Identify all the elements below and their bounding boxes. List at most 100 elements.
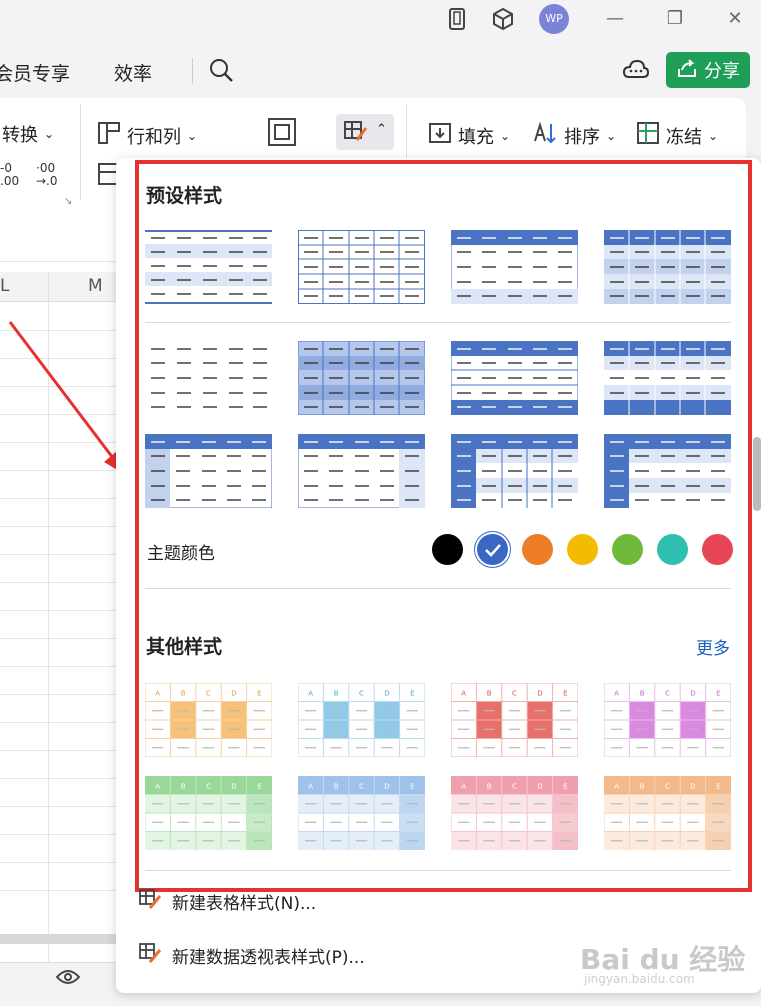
grid-row-line	[0, 834, 130, 835]
svg-text:B: B	[181, 689, 186, 697]
chevron-down-icon: ⌄	[500, 128, 511, 143]
other-styles-title: 其他样式	[146, 636, 223, 658]
theme-color-yellow[interactable]	[567, 534, 598, 565]
preset-style-2[interactable]	[298, 230, 425, 304]
svg-text:E: E	[563, 689, 567, 697]
fill-icon	[428, 121, 452, 150]
other-style-pink-banded[interactable]: A B C D E	[450, 775, 579, 851]
preset-style-12[interactable]	[604, 434, 731, 508]
svg-text:C: C	[665, 689, 670, 697]
search-icon[interactable]	[208, 57, 234, 87]
table-brush-icon	[138, 942, 162, 969]
restore-button[interactable]: ❐	[662, 6, 688, 32]
other-style-blue[interactable]: A B C D E	[297, 682, 426, 758]
other-style-green-banded[interactable]: A B C D E	[144, 775, 273, 851]
preset-style-10[interactable]	[298, 434, 425, 508]
freeze-icon	[636, 121, 660, 150]
svg-text:C: C	[206, 782, 211, 790]
svg-text:D: D	[384, 689, 389, 697]
preset-style-3[interactable]	[451, 230, 578, 304]
ribbon-divider	[406, 104, 407, 164]
chevron-down-icon: ⌄	[708, 128, 719, 143]
svg-text:D: D	[690, 782, 695, 790]
svg-text:B: B	[334, 782, 339, 790]
preset-styles-title: 预设样式	[146, 185, 223, 207]
preset-style-6[interactable]	[298, 341, 425, 415]
sort-button[interactable]: 排序 ⌄	[532, 121, 616, 150]
grid-row-line	[0, 750, 130, 751]
svg-text:A: A	[308, 782, 313, 790]
other-style-purple[interactable]: A B C D E	[603, 682, 732, 758]
svg-text:B: B	[487, 689, 492, 697]
fill-label: 填充	[458, 126, 494, 148]
svg-text:D: D	[690, 689, 695, 697]
sort-icon	[532, 121, 558, 150]
frame-icon[interactable]	[266, 116, 298, 152]
grid-row-line	[0, 610, 130, 611]
theme-color-red[interactable]	[702, 534, 733, 565]
preset-style-7[interactable]	[451, 341, 578, 415]
svg-text:C: C	[512, 782, 517, 790]
other-style-peach-banded[interactable]: A B C D E	[603, 775, 732, 851]
watermark-url: jingyan.baidu.com	[584, 972, 695, 986]
svg-text:B: B	[640, 689, 645, 697]
theme-color-green[interactable]	[612, 534, 643, 565]
freeze-button[interactable]: 冻结 ⌄	[636, 121, 718, 150]
grid-row-line	[0, 890, 130, 891]
svg-text:A: A	[308, 689, 313, 697]
tablet-icon[interactable]	[444, 6, 470, 32]
more-link[interactable]: 更多	[696, 634, 730, 659]
horizontal-scrollbar[interactable]	[0, 934, 120, 944]
grid-row-line	[0, 666, 130, 667]
svg-text:E: E	[257, 689, 261, 697]
svg-text:A: A	[461, 782, 466, 790]
table-style-button[interactable]: ⌃	[336, 114, 394, 150]
theme-color-teal[interactable]	[657, 534, 688, 565]
other-style-orange[interactable]: A B C D E	[144, 682, 273, 758]
other-style-blue-banded[interactable]: A B C D E	[297, 775, 426, 851]
close-button[interactable]: ✕	[722, 6, 748, 32]
theme-color-orange[interactable]	[522, 534, 553, 565]
minimize-button[interactable]: —	[602, 6, 628, 32]
new-table-style-option[interactable]: 新建表格样式(N)...	[138, 888, 316, 915]
svg-text:E: E	[563, 782, 567, 790]
grid-row-line	[0, 778, 130, 779]
svg-text:E: E	[716, 689, 720, 697]
new-pivot-style-label: 新建数据透视表样式(P)...	[172, 948, 365, 968]
eye-icon[interactable]	[55, 968, 81, 990]
grid-row-line	[0, 582, 130, 583]
sort-label: 排序	[564, 126, 600, 148]
grid-row-line	[0, 694, 130, 695]
svg-text:A: A	[461, 689, 466, 697]
share-button[interactable]: 分享	[666, 52, 750, 88]
svg-text:C: C	[359, 782, 364, 790]
checkmark-icon	[485, 544, 501, 557]
theme-color-blue-selected[interactable]	[477, 534, 508, 565]
preset-style-9[interactable]	[145, 434, 272, 508]
panel-scrollbar[interactable]	[753, 437, 761, 511]
theme-color-black[interactable]	[432, 534, 463, 565]
svg-text:B: B	[640, 782, 645, 790]
svg-text:C: C	[665, 782, 670, 790]
preset-style-1[interactable]	[145, 230, 272, 304]
other-style-red[interactable]: A B C D E	[450, 682, 579, 758]
svg-text:B: B	[181, 782, 186, 790]
preset-style-4[interactable]	[604, 230, 731, 304]
svg-text:C: C	[359, 689, 364, 697]
grid-row-line	[0, 554, 130, 555]
cloud-icon[interactable]	[622, 57, 650, 87]
preset-style-5[interactable]	[145, 341, 272, 415]
fill-button[interactable]: 填充 ⌄	[428, 121, 510, 150]
avatar[interactable]: WP	[539, 4, 569, 34]
svg-text:B: B	[487, 782, 492, 790]
preset-style-11[interactable]	[451, 434, 578, 508]
footer-divider	[145, 870, 731, 871]
preset-style-8[interactable]	[604, 341, 731, 415]
svg-text:C: C	[512, 689, 517, 697]
share-label: 分享	[704, 61, 740, 82]
new-pivot-style-option[interactable]: 新建数据透视表样式(P)...	[138, 942, 365, 969]
grid-row-line	[0, 722, 130, 723]
svg-text:D: D	[537, 689, 542, 697]
cube-icon[interactable]	[490, 6, 516, 32]
svg-text:A: A	[614, 782, 619, 790]
